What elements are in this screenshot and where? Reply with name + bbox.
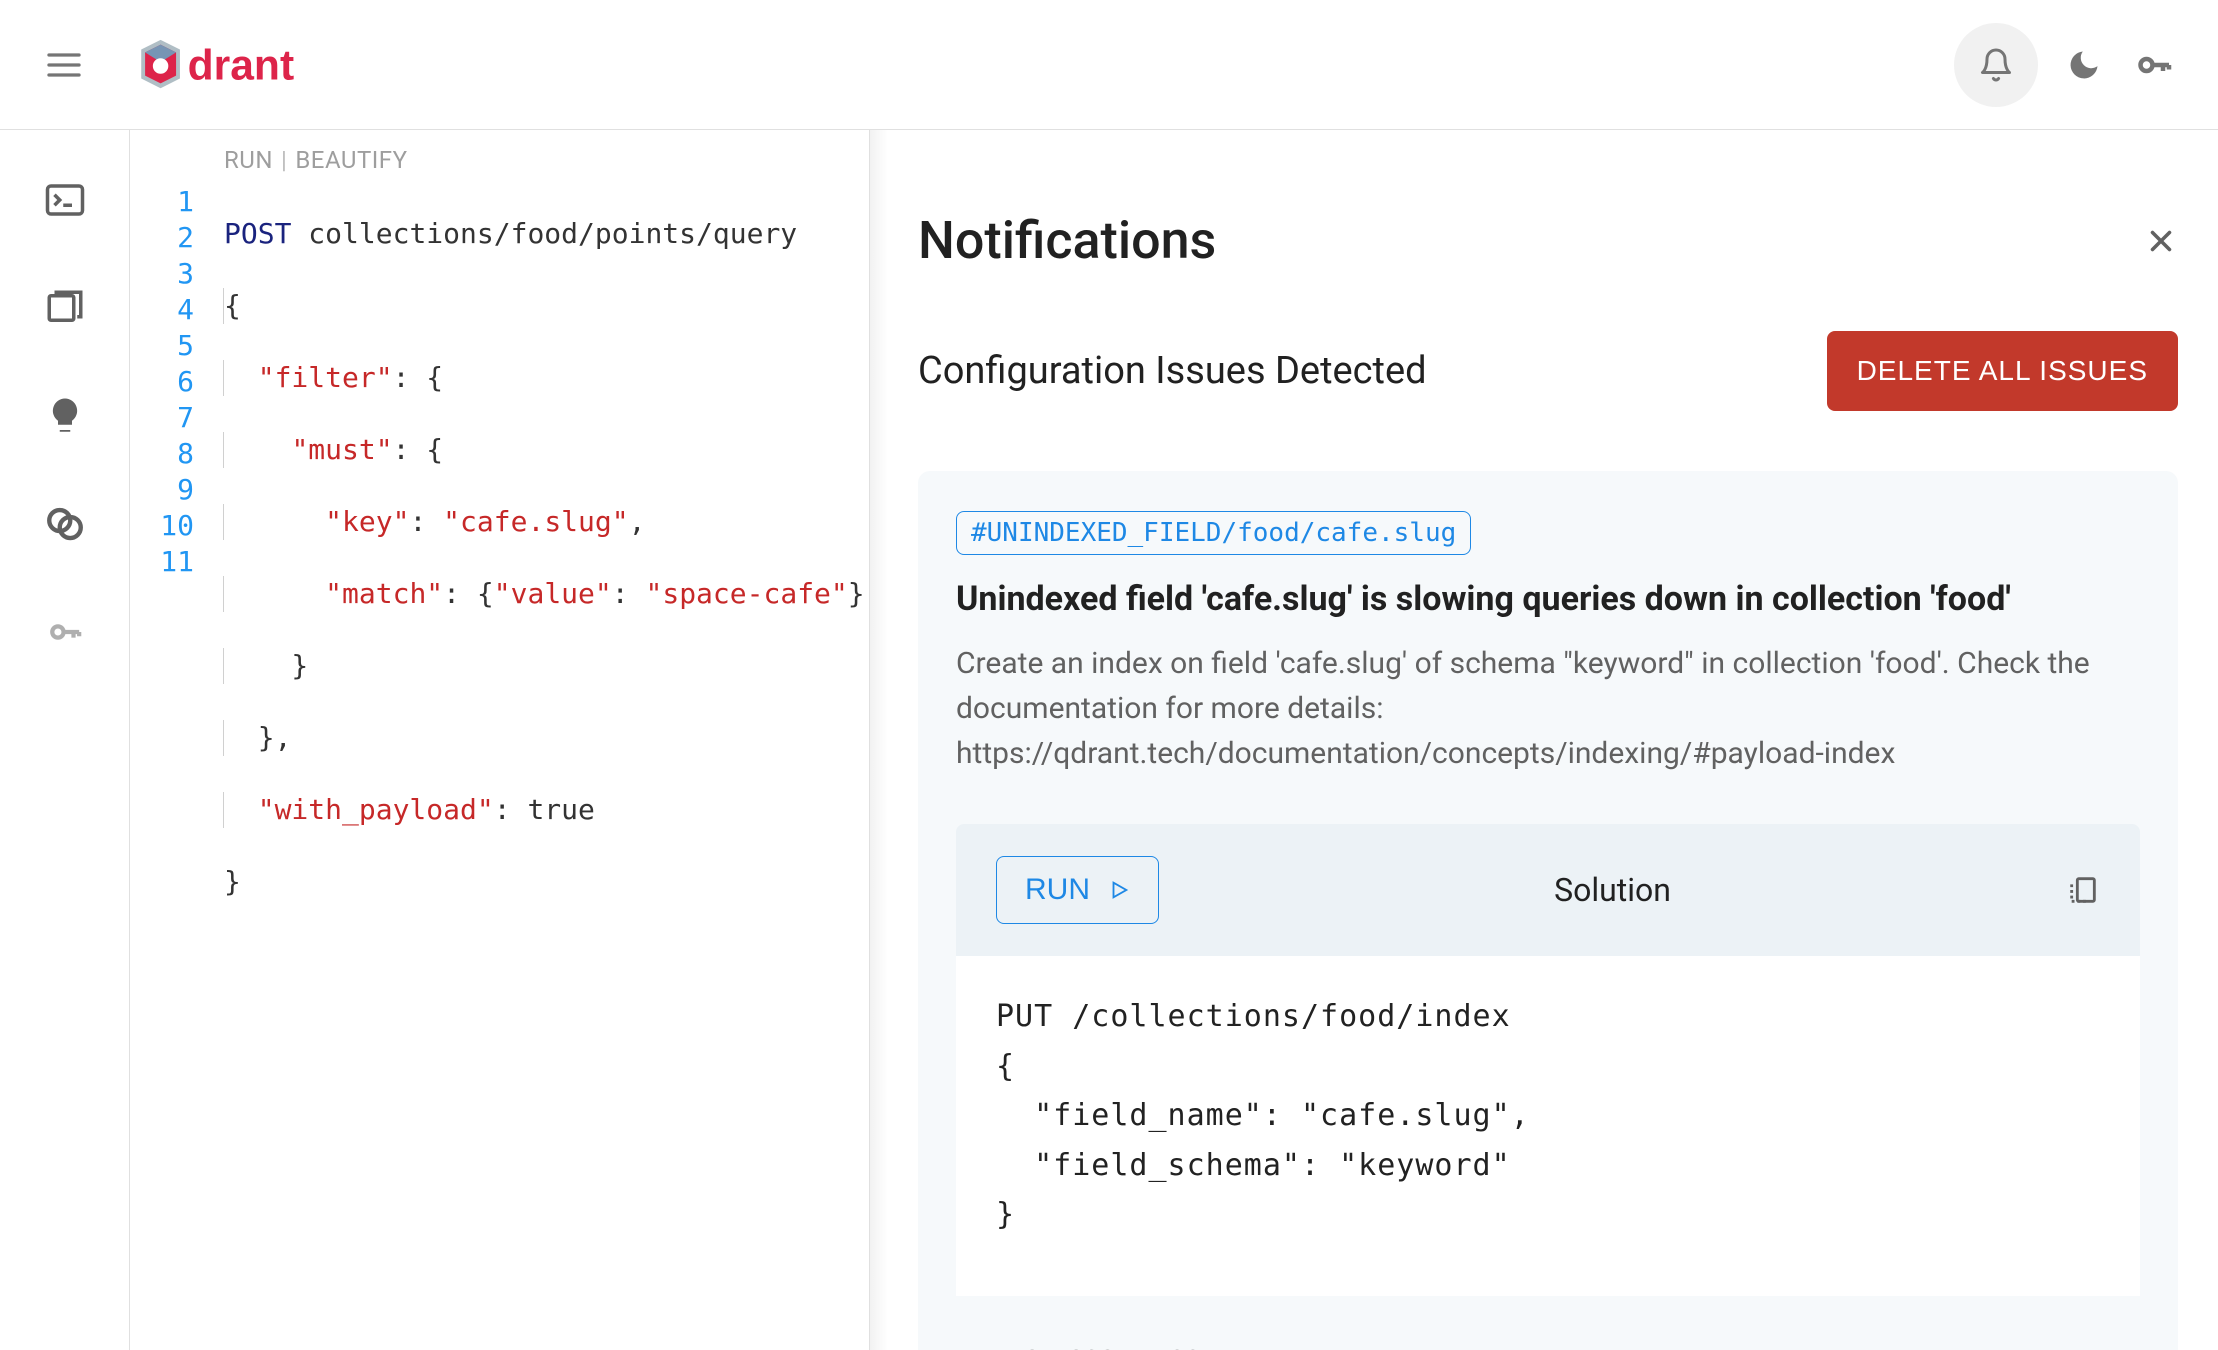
copy-solution-button[interactable] (2066, 873, 2100, 907)
play-icon (1108, 879, 1130, 901)
circles-icon (44, 503, 86, 545)
issue-card: #UNINDEXED_FIELD/food/cafe.slug Unindexe… (918, 471, 2178, 1350)
sidebar-item-tutorial[interactable] (35, 386, 95, 446)
main-layout: 1 2 3 4 5 6 7 8 9 10 11 RUN | BEAUTIFY P… (0, 130, 2218, 1350)
editor-run-action[interactable]: RUN (224, 146, 273, 174)
issue-tag[interactable]: #UNINDEXED_FIELD/food/cafe.slug (956, 511, 1471, 555)
topbar: drant (0, 0, 2218, 130)
run-solution-button[interactable]: RUN (996, 856, 1159, 924)
notifications-subtitle: Configuration Issues Detected (918, 349, 1427, 393)
close-icon (2144, 224, 2178, 258)
key-icon (43, 615, 87, 649)
issue-title: Unindexed field 'cafe.slug' is slowing q… (956, 579, 2140, 619)
line-number: 8 (130, 436, 212, 472)
editor-action-row: RUN | BEAUTIFY (212, 140, 869, 180)
bell-icon (1978, 47, 2014, 83)
notifications-header: Notifications (918, 210, 2178, 271)
notifications-pane: Notifications Configuration Issues Detec… (888, 130, 2218, 1350)
sidebar-item-collections[interactable] (35, 278, 95, 338)
theme-toggle-button[interactable] (2066, 47, 2102, 83)
close-notifications-button[interactable] (2144, 224, 2178, 258)
terminal-icon (44, 179, 86, 221)
hamburger-menu-button[interactable] (40, 41, 88, 89)
line-number: 9 (130, 472, 212, 508)
line-number: 1 (130, 184, 212, 220)
divider: | (281, 146, 287, 174)
line-number: 5 (130, 328, 212, 364)
notifications-subheader: Configuration Issues Detected DELETE ALL… (918, 331, 2178, 411)
topbar-right-actions (1954, 23, 2178, 107)
line-number: 2 (130, 220, 212, 256)
line-number: 3 (130, 256, 212, 292)
pane-resizer[interactable] (870, 130, 888, 1350)
sidebar-item-console[interactable] (35, 170, 95, 230)
line-number: 7 (130, 400, 212, 436)
issue-description: Create an index on field 'cafe.slug' of … (956, 641, 2140, 776)
api-key-button[interactable] (2130, 47, 2178, 83)
solution-header: RUN Solution (956, 824, 2140, 956)
layers-icon (44, 287, 86, 329)
moon-icon (2066, 47, 2102, 83)
solution-label: Solution (1159, 871, 2066, 909)
delete-all-issues-button[interactable]: DELETE ALL ISSUES (1827, 331, 2178, 411)
line-number: 11 (130, 544, 212, 580)
line-number: 4 (130, 292, 212, 328)
sidebar-item-keys[interactable] (35, 602, 95, 662)
sidebar-item-datasets[interactable] (35, 494, 95, 554)
notifications-button[interactable] (1954, 23, 2038, 107)
editor-beautify-action[interactable]: BEAUTIFY (295, 146, 407, 174)
code-content[interactable]: POST collections/food/points/query { "fi… (212, 180, 869, 1008)
logo[interactable]: drant (128, 35, 348, 95)
solution-code[interactable]: PUT /collections/food/index { "field_nam… (956, 956, 2140, 1296)
line-number: 10 (130, 508, 212, 544)
notifications-title: Notifications (918, 210, 1216, 271)
sidebar (0, 130, 130, 1350)
run-label: RUN (1025, 873, 1090, 907)
key-icon (2130, 47, 2178, 83)
menu-icon (44, 45, 84, 85)
copy-icon (2066, 873, 2100, 907)
code-editor-pane: 1 2 3 4 5 6 7 8 9 10 11 RUN | BEAUTIFY P… (130, 130, 870, 1350)
issue-timestamp: June 27, 2024 at 03:51 PM (956, 1344, 2140, 1350)
main-content: 1 2 3 4 5 6 7 8 9 10 11 RUN | BEAUTIFY P… (130, 130, 2218, 1350)
lightbulb-icon (44, 395, 86, 437)
http-method: POST (224, 217, 291, 250)
logo-text: drant (188, 41, 294, 89)
line-number-gutter: 1 2 3 4 5 6 7 8 9 10 11 (130, 130, 212, 1350)
line-number: 6 (130, 364, 212, 400)
code-editor[interactable]: RUN | BEAUTIFY POST collections/food/poi… (212, 130, 869, 1350)
request-path: collections/food/points/query (291, 217, 797, 250)
